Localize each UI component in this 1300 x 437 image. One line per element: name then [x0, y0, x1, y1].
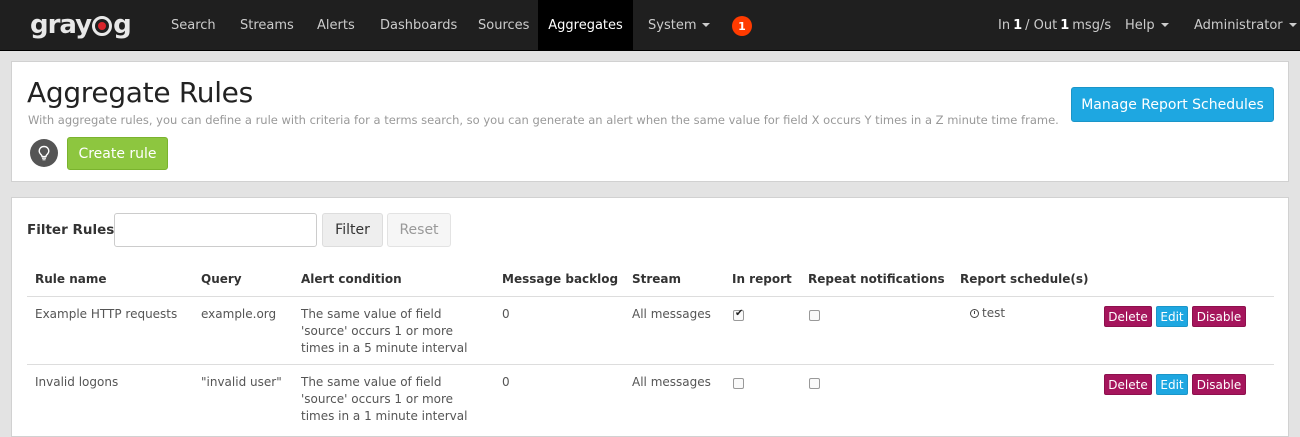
page-description: With aggregate rules, you can define a r… [28, 113, 1059, 127]
nav-label: System [648, 17, 697, 33]
column-header-report-schedules: Report schedule(s) [960, 272, 1089, 286]
filter-rules-input[interactable] [114, 213, 317, 247]
stream-cell: All messages [632, 307, 711, 321]
disable-button[interactable]: Disable [1192, 374, 1246, 395]
report-schedule-name: test [982, 306, 1006, 320]
nav-label: Help [1125, 17, 1155, 33]
nav-sources[interactable]: Sources [462, 0, 545, 50]
nav-user-dropdown[interactable]: Administrator [1178, 0, 1300, 50]
nav-label: Sources [478, 17, 530, 33]
logo-text-left: gray [30, 10, 92, 40]
column-header-repeat-notifications: Repeat notifications [808, 272, 945, 286]
caret-down-icon [1288, 23, 1297, 27]
column-header-query: Query [201, 272, 242, 286]
nav-label: Dashboards [380, 17, 458, 33]
column-header-in-report: In report [732, 272, 792, 286]
column-header-stream: Stream [632, 272, 682, 286]
nav-label: Search [171, 17, 216, 33]
page-title: Aggregate Rules [27, 76, 253, 109]
page-header-panel: Aggregate Rules With aggregate rules, yo… [11, 61, 1289, 182]
alert-condition-cell: The same value of field 'source' occurs … [301, 307, 468, 355]
filter-button[interactable]: Filter [322, 213, 383, 247]
in-report-checkbox[interactable] [733, 378, 744, 389]
edit-button[interactable]: Edit [1156, 374, 1188, 395]
nav-label: Alerts [317, 17, 355, 33]
checkmark-icon: ✔ [735, 308, 744, 319]
throughput-in-value: 1 [1013, 17, 1023, 33]
message-backlog-cell: 0 [502, 375, 510, 389]
throughput-out-label: / Out [1025, 17, 1058, 33]
clock-icon [970, 308, 979, 318]
filter-rules-label: Filter Rules [27, 222, 115, 238]
nav-dashboards[interactable]: Dashboards [364, 0, 473, 50]
delete-button[interactable]: Delete [1104, 374, 1152, 395]
nav-label: Administrator [1194, 17, 1283, 33]
repeat-notifications-checkbox[interactable] [809, 310, 820, 321]
delete-button[interactable]: Delete [1104, 306, 1152, 327]
nav-label: Aggregates [548, 17, 623, 33]
notification-badge[interactable]: 1 [732, 16, 752, 36]
message-backlog-cell: 0 [502, 307, 510, 321]
alert-condition-cell: The same value of field 'source' occurs … [301, 375, 468, 423]
column-header-message-backlog: Message backlog [502, 272, 619, 286]
caret-down-icon [702, 23, 711, 27]
nav-help-dropdown[interactable]: Help [1109, 0, 1185, 50]
nav-alerts[interactable]: Alerts [301, 0, 371, 50]
query-cell: "invalid user" [201, 375, 282, 389]
nav-label: Streams [240, 17, 294, 33]
throughput-unit: msg/s [1072, 17, 1112, 33]
throughput-indicator: In 1/ Out 1 msg/s [982, 0, 1127, 50]
query-cell: example.org [201, 307, 277, 321]
nav-search[interactable]: Search [155, 0, 232, 50]
column-header-rule-name: Rule name [35, 272, 107, 286]
nav-system-dropdown[interactable]: System [632, 0, 726, 50]
rule-name-cell: Invalid logons [35, 375, 119, 389]
graylog-logo[interactable]: gray g [30, 9, 132, 41]
caret-down-icon [1160, 23, 1169, 27]
reset-button[interactable]: Reset [387, 213, 451, 247]
nav-streams[interactable]: Streams [224, 0, 310, 50]
repeat-notifications-checkbox[interactable] [809, 378, 820, 389]
rules-panel: Filter Rules Filter Reset Rule name Quer… [11, 197, 1289, 437]
edit-button[interactable]: Edit [1156, 306, 1188, 327]
disable-button[interactable]: Disable [1192, 306, 1246, 327]
table-header-divider [27, 296, 1274, 297]
table-row-divider [27, 364, 1274, 365]
throughput-in-label: In [998, 17, 1011, 33]
rule-name-cell: Example HTTP requests [35, 307, 178, 321]
logo-o-icon [92, 16, 113, 36]
lightbulb-hint-button[interactable] [30, 139, 58, 167]
stream-cell: All messages [632, 375, 711, 389]
manage-report-schedules-button[interactable]: Manage Report Schedules [1071, 87, 1274, 122]
lightbulb-icon [38, 145, 50, 161]
in-report-checkbox[interactable]: ✔ [733, 308, 744, 321]
logo-text-right: g [113, 10, 132, 40]
throughput-out-value: 1 [1060, 17, 1070, 33]
report-schedule-cell: test [970, 306, 1005, 320]
top-navbar: gray g Search Streams Alerts Dashboards S… [0, 0, 1300, 51]
create-rule-button[interactable]: Create rule [67, 137, 168, 170]
column-header-alert-condition: Alert condition [301, 272, 402, 286]
nav-aggregates[interactable]: Aggregates [538, 0, 633, 50]
